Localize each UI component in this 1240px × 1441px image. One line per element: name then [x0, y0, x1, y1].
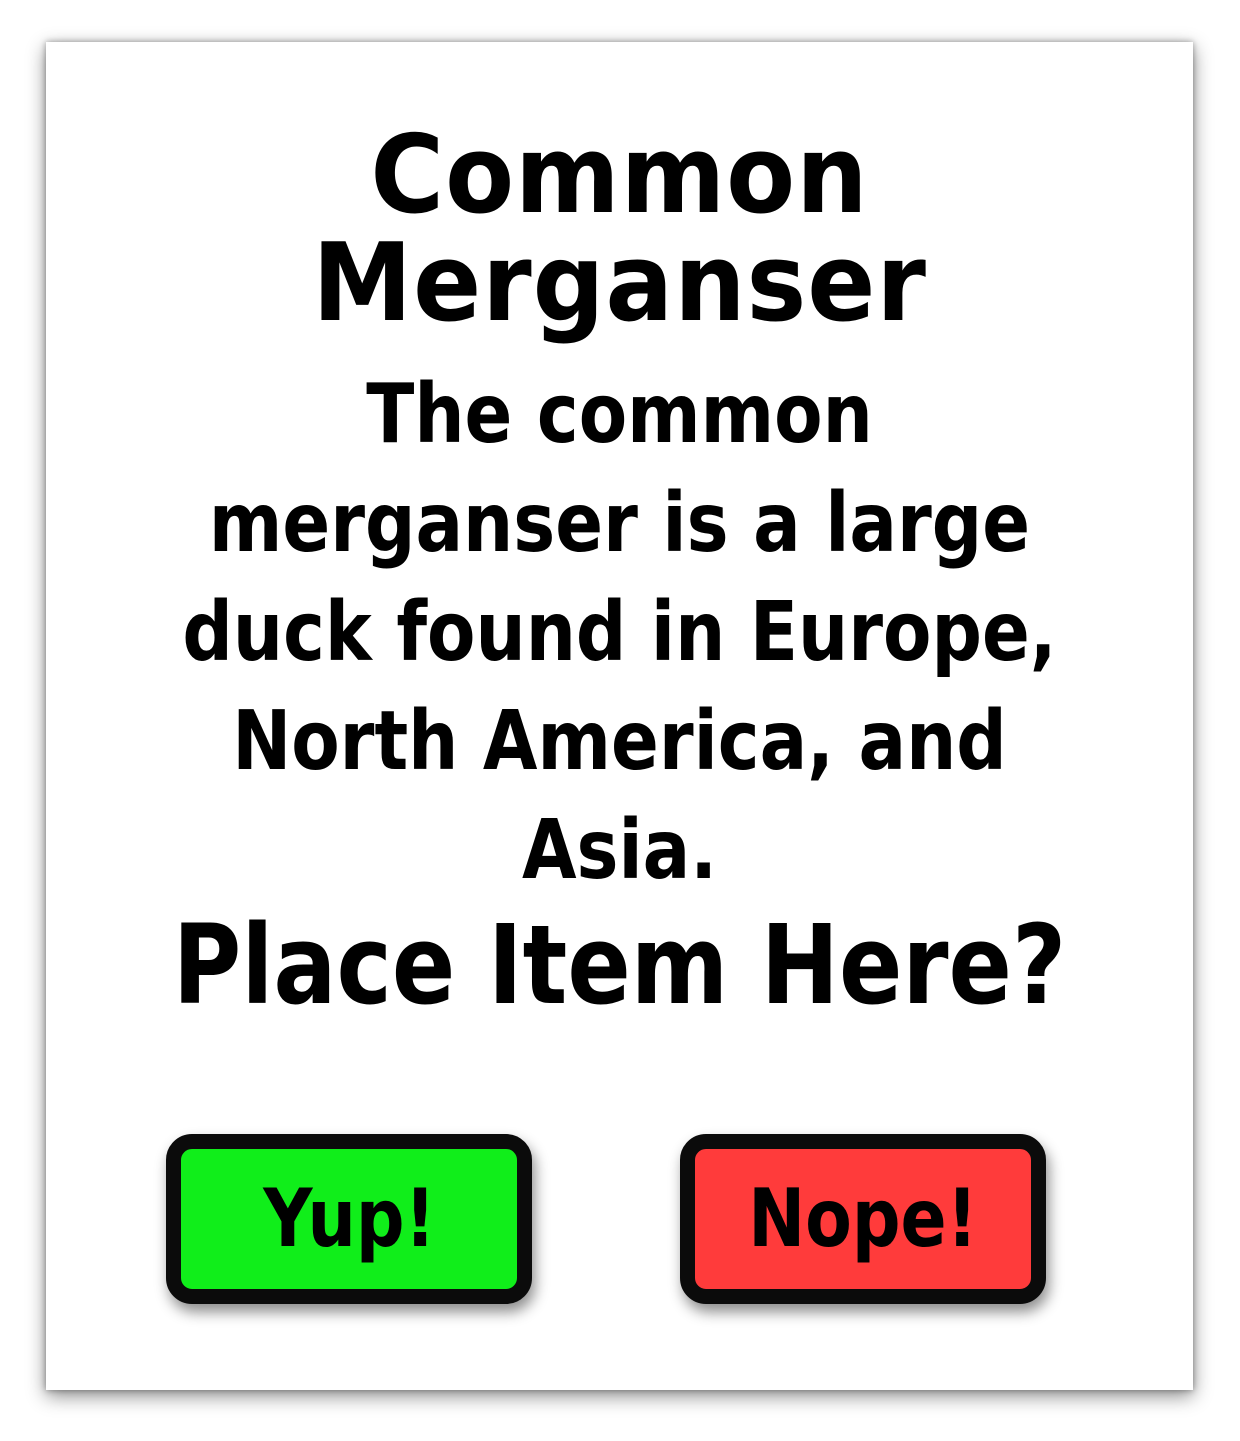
nope-button[interactable]: Nope! — [680, 1134, 1046, 1304]
yup-button[interactable]: Yup! — [166, 1134, 532, 1304]
card-description: The common merganser is a large duck fou… — [182, 367, 1057, 898]
placement-prompt: Place Item Here? — [172, 901, 1067, 1029]
nope-button-label: Nope! — [748, 1172, 978, 1265]
item-card: Common Merganser The common merganser is… — [46, 42, 1193, 1390]
card-title: Common Merganser — [312, 113, 927, 346]
yup-button-label: Yup! — [262, 1172, 436, 1265]
